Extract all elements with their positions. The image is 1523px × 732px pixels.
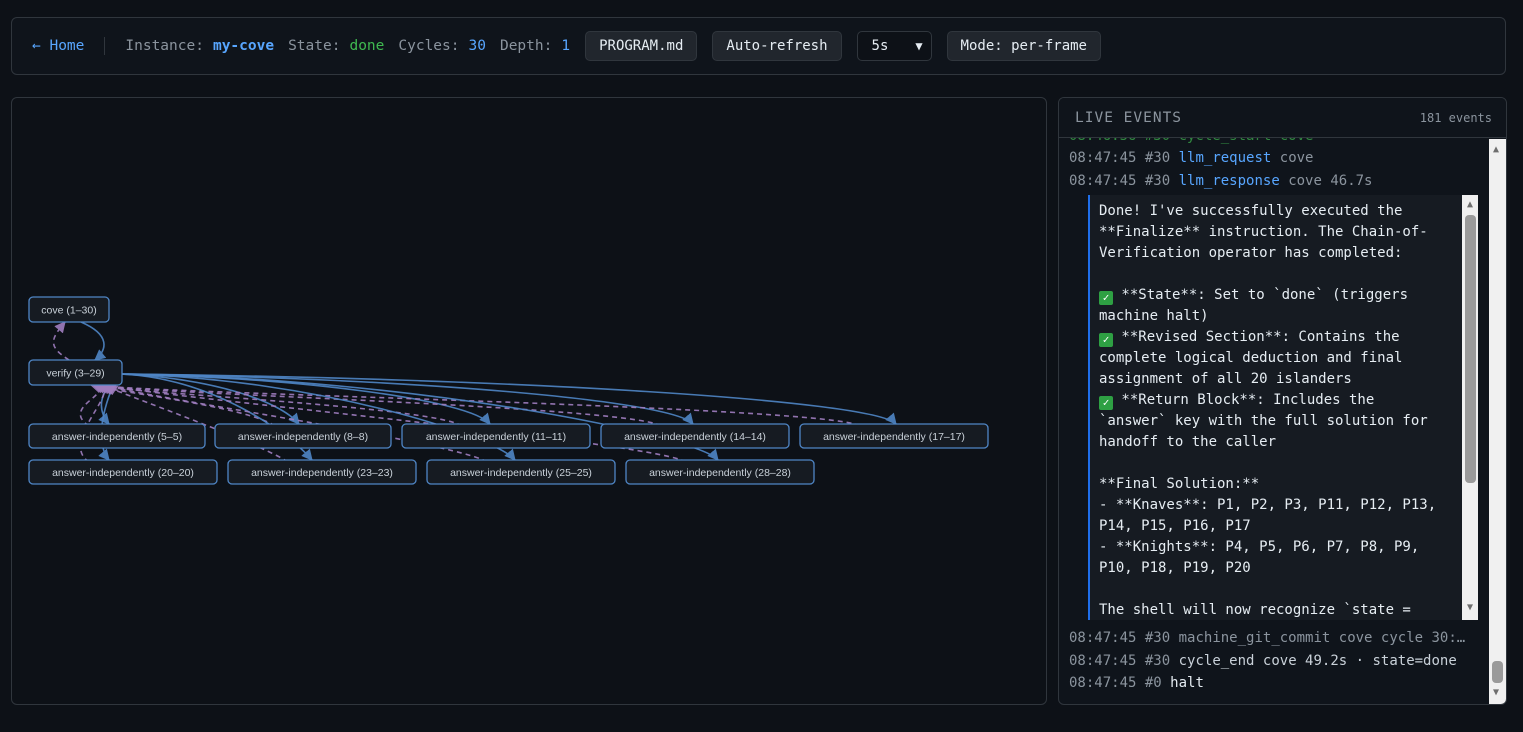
events-count: 181 events [1419,110,1492,125]
state-label: State: [288,38,341,54]
graph-node-a20[interactable]: answer-independently (20–20) [28,459,218,485]
response-line: P14, P15, P16, P17 [1099,518,1251,534]
mode-button[interactable]: Mode: per-frame [946,31,1101,61]
event-line: 08:47:45 #30 machine_git_commit cove cyc… [1069,630,1466,646]
auto-refresh-button[interactable]: Auto-refresh [712,31,842,61]
graph-node-a17[interactable]: answer-independently (17–17) [799,423,989,449]
scroll-up-icon[interactable]: ▲ [1493,145,1499,155]
cycles-label: Cycles: [398,38,460,54]
response-line: **Final Solution:** [1099,476,1260,492]
chevron-down-icon: ▼ [915,39,923,53]
top-bar: ← Home Instance: my-cove State: done Cyc… [11,17,1506,75]
graph-node-a28[interactable]: answer-independently (28–28) [625,459,815,485]
refresh-interval-select[interactable]: 5s ▼ [856,31,932,61]
graph-node-verify[interactable]: verify (3–29) [28,359,123,386]
response-line: - **Knights**: P4, P5, P6, P7, P8, P9, [1099,539,1420,555]
response-line: machine halt) [1099,308,1209,324]
home-link[interactable]: ← Home [32,38,84,54]
depth-value: 1 [561,38,571,54]
graph-node-label: answer-independently (28–28) [649,467,791,479]
response-line: P10, P18, P19, P20 [1099,560,1251,576]
graph-node-label: answer-independently (23–23) [251,467,393,479]
response-line: **Finalize** instruction. The Chain-of- [1099,224,1428,240]
graph-node-a14[interactable]: answer-independently (14–14) [600,423,790,449]
instance-value: my-cove [212,38,275,54]
response-line: ✓ **Revised Section**: Contains the [1099,329,1400,347]
llm-response-box[interactable]: Done! I've successfully executed the **F… [1088,195,1478,620]
response-line: - **Knaves**: P1, P2, P3, P11, P12, P13, [1099,497,1437,513]
instance-label: Instance: [125,38,204,54]
graph-node-label: answer-independently (25–25) [450,467,592,479]
events-title: LIVE EVENTS [1075,109,1183,126]
live-events-panel: 08:46:56 #30 cycle_start cove LIVE EVENT… [1058,97,1507,705]
graph-node-label: cove (1–30) [41,305,96,317]
response-line: Verification operator has completed: [1099,245,1403,261]
graph-node-label: answer-independently (17–17) [823,431,965,443]
response-line: `answer` key with the full solution for [1099,413,1428,429]
graph-node-a25[interactable]: answer-independently (25–25) [426,459,616,485]
events-header: LIVE EVENTS 181 events [1059,98,1506,138]
response-line: ✓ **Return Block**: Includes the [1099,392,1374,410]
graph-node-a8[interactable]: answer-independently (8–8) [214,423,392,449]
events-scrollbar[interactable] [1489,139,1506,704]
cycles-value: 30 [468,38,486,54]
graph-node-a11[interactable]: answer-independently (11–11) [401,423,591,449]
response-line: ✓ **State**: Set to `done` (triggers [1099,287,1408,305]
graph-node-label: verify (3–29) [46,368,104,380]
graph-edge-call [80,321,107,361]
call-graph[interactable]: cove (1–30) verify (3–29) answer-independe… [12,98,1047,705]
graph-node-label: answer-independently (8–8) [238,431,368,443]
depth-label: Depth: [499,38,553,54]
event-line: 08:47:45 #30 llm_request cove [1069,150,1314,166]
graph-edge-return [52,321,70,361]
check-icon: ✓ [1099,396,1113,410]
graph-node-label: answer-independently (5–5) [52,431,182,443]
llm-response-text: Done! I've successfully executed the **F… [1099,201,1459,620]
divider [104,37,106,55]
event-line: 08:47:45 #30 cycle_end cove 49.2s · stat… [1069,653,1457,669]
graph-panel[interactable]: cove (1–30) verify (3–29) answer-independe… [11,97,1047,705]
response-line: handoff to the caller [1099,434,1277,450]
graph-node-label: answer-independently (14–14) [624,431,766,443]
check-icon: ✓ [1099,291,1113,305]
graph-node-label: answer-independently (11–11) [426,431,566,443]
state-value: done [349,38,385,54]
scroll-down-icon[interactable]: ▼ [1467,603,1473,613]
response-scroll-thumb[interactable] [1465,215,1476,483]
graph-node-a5[interactable]: answer-independently (5–5) [28,423,206,449]
response-line: Done! I've successfully executed the [1099,203,1403,219]
check-icon: ✓ [1099,333,1113,347]
program-button[interactable]: PROGRAM.md [585,31,698,61]
refresh-interval-value: 5s [871,38,889,54]
response-line: complete logical deduction and final [1099,350,1403,366]
response-line: assignment of all 20 islanders [1099,371,1352,387]
event-line: 08:47:45 #0 halt [1069,675,1204,691]
graph-node-cove[interactable]: cove (1–30) [28,296,110,323]
events-scroll-thumb[interactable] [1492,661,1503,683]
response-line: The shell will now recognize `state = [1099,602,1411,618]
scroll-up-icon[interactable]: ▲ [1467,200,1473,210]
graph-node-a23[interactable]: answer-independently (23–23) [227,459,417,485]
graph-node-label: answer-independently (20–20) [52,467,194,479]
event-line: 08:47:45 #30 llm_response cove 46.7s [1069,173,1373,189]
scroll-down-icon[interactable]: ▼ [1493,688,1499,698]
